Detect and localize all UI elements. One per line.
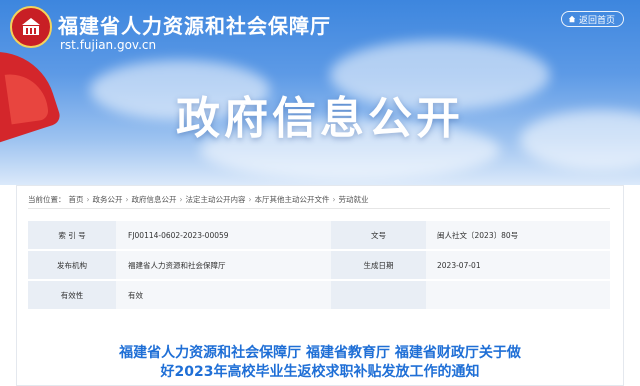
header-banner: 福建省人力资源和社会保障厅 rst.fujian.gov.cn 返回首页 政府信…	[0, 0, 640, 185]
breadcrumb-divider	[28, 208, 610, 209]
document-title-line-2: 好2023年高校毕业生返校求职补贴发放工作的通知	[160, 364, 480, 380]
chevron-right-icon: ›	[86, 195, 90, 204]
site-domain: rst.fujian.gov.cn	[60, 38, 157, 52]
validity-label: 有效性	[28, 280, 116, 311]
document-title: 福建省人力资源和社会保障厅 福建省教育厅 福建省财政厅关于做 好2023年高校毕…	[50, 344, 590, 382]
document-number-value: 闽人社文〔2023〕80号	[426, 221, 610, 251]
index-number-label: 索 引 号	[28, 221, 116, 251]
created-date-label: 生成日期	[331, 250, 426, 281]
home-icon	[568, 15, 576, 23]
site-logo-emblem-icon[interactable]	[10, 6, 52, 48]
breadcrumb-item-info-disclosure[interactable]: 政府信息公开	[132, 194, 177, 205]
publisher-label: 发布机构	[28, 250, 116, 281]
site-title[interactable]: 福建省人力资源和社会保障厅	[58, 10, 331, 39]
publisher-value: 福建省人力资源和社会保障厅	[116, 250, 331, 281]
return-home-button[interactable]: 返回首页	[560, 11, 624, 27]
empty-value-cell	[426, 280, 610, 311]
created-date-value: 2023-07-01	[426, 250, 610, 281]
chevron-right-icon: ›	[248, 195, 252, 204]
breadcrumb: 当前位置： 首页 › 政务公开 › 政府信息公开 › 法定主动公开内容 › 本厅…	[28, 194, 369, 205]
breadcrumb-label: 当前位置：	[28, 195, 66, 204]
document-number-label: 文号	[331, 221, 426, 251]
breadcrumb-item-home[interactable]: 首页	[69, 194, 84, 205]
validity-value: 有效	[116, 280, 331, 311]
banner-title: 政府信息公开	[176, 93, 464, 144]
breadcrumb-item-statutory-content[interactable]: 法定主动公开内容	[186, 194, 246, 205]
chevron-right-icon: ›	[179, 195, 183, 204]
document-title-line-1: 福建省人力资源和社会保障厅 福建省教育厅 福建省财政厅关于做	[119, 345, 521, 361]
breadcrumb-item-other-files[interactable]: 本厅其他主动公开文件	[255, 194, 330, 205]
table-row: 发布机构 福建省人力资源和社会保障厅 生成日期 2023-07-01	[28, 250, 610, 281]
table-row: 有效性 有效	[28, 280, 610, 311]
index-number-value: FJ00114-0602-2023-00059	[116, 221, 331, 251]
return-home-label: 返回首页	[578, 15, 615, 26]
chevron-right-icon: ›	[332, 195, 336, 204]
document-info-table: 索 引 号 FJ00114-0602-2023-00059 文号 闽人社文〔20…	[28, 221, 610, 311]
empty-label-cell	[331, 280, 426, 311]
building-icon	[22, 18, 40, 35]
chevron-right-icon: ›	[125, 195, 129, 204]
breadcrumb-item-employment[interactable]: 劳动就业	[339, 194, 369, 205]
breadcrumb-item-government-affairs[interactable]: 政务公开	[93, 194, 123, 205]
table-row: 索 引 号 FJ00114-0602-2023-00059 文号 闽人社文〔20…	[28, 221, 610, 251]
